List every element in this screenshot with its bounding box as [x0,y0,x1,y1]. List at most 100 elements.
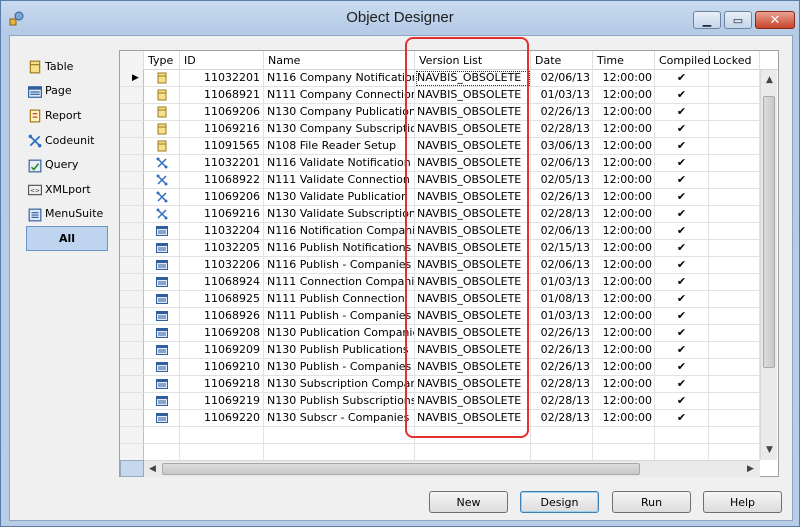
table-row[interactable]: 11069208 N130 Publication Companies NAVBIS… [120,325,760,342]
row-selector[interactable] [120,359,144,376]
table-row[interactable]: 11069206 N130 Company Publication NAVBIS_O… [120,104,760,121]
page-icon [156,293,168,305]
type-cell [144,393,180,410]
version-cell: NAVBIS_OBSOLETE [415,257,531,274]
table-row[interactable]: 11068926 N111 Publish - Companies NAVBIS_O… [120,308,760,325]
row-selector[interactable] [120,410,144,427]
title-bar[interactable]: Object Designer ▁ ▭ ✕ [1,1,799,35]
row-selector[interactable] [120,376,144,393]
locked-cell [709,206,760,223]
row-selector[interactable] [120,240,144,257]
vertical-scrollbar[interactable]: ▲ ▼ [760,70,777,460]
sidebar-item-report[interactable]: Report [22,103,122,128]
table-row[interactable]: 11069218N130 Subscription CompaniesNAVBI… [120,376,760,393]
compiled-cell: ✔ [655,376,709,393]
sidebar-item-query[interactable]: Query [22,152,122,177]
client-area: Table Page Report Codeunit Query <> XMLport Men… [9,35,793,521]
table-row[interactable]: 11069220 N130 Subscr - Companies NAVBIS_OB… [120,410,760,427]
type-cell [144,172,180,189]
run-button[interactable]: Run [612,491,691,513]
row-selector[interactable] [120,444,144,460]
date-cell: 02/06/13 [531,70,593,87]
row-selector[interactable] [120,121,144,138]
table-row[interactable]: 11068924 N111 Connection Companies NAVBIS_… [120,274,760,291]
scroll-down-icon[interactable]: ▼ [761,442,778,459]
id-cell: 11032201 [180,70,264,87]
locked-cell [709,274,760,291]
column-header-name[interactable]: Name [264,51,415,70]
table-row[interactable]: 11068921 N111 Company Connection NAVBIS_OB… [120,87,760,104]
table-row[interactable]: 11069209 N130 Publish Publications NAVBIS_… [120,342,760,359]
row-selector[interactable] [120,104,144,121]
table-row[interactable]: 11032204 N116 Notification Companies NAVBI… [120,223,760,240]
table-row[interactable]: 11069216 N130 Company Subscription NAVBIS_… [120,121,760,138]
row-selector[interactable] [120,189,144,206]
scroll-left-icon[interactable]: ◀ [144,461,161,478]
row-selector[interactable] [120,342,144,359]
minimize-button[interactable]: ▁ [693,11,721,29]
help-button[interactable]: Help [703,491,782,513]
row-selector[interactable] [120,87,144,104]
compiled-cell: ✔ [655,240,709,257]
column-header-type[interactable]: Type [144,51,180,70]
close-button[interactable]: ✕ [755,11,795,29]
table-row[interactable]: 11069219 N130 Publish Subscriptions NAVBIS… [120,393,760,410]
table-row[interactable]: 11091565 N108 File Reader Setup NAVBIS_OBS… [120,138,760,155]
scroll-up-icon[interactable]: ▲ [761,72,778,89]
sidebar-item-codeunit[interactable]: Codeunit [22,128,122,153]
table-row[interactable]: 11069210 N130 Publish - Companies NAVBIS_O… [120,359,760,376]
column-header-version-list[interactable]: Version List [415,51,531,70]
vertical-scroll-thumb[interactable] [763,96,775,368]
id-cell: 11069206 [180,104,264,121]
row-selector[interactable] [120,274,144,291]
design-button[interactable]: Design [520,491,599,513]
table-row[interactable]: 11069216 N130 Validate Subscription NAVBIS… [120,206,760,223]
row-selector[interactable] [120,427,144,444]
table-row[interactable]: ▶ 11032201 N116 Company Notification NAVBIS… [120,70,760,87]
horizontal-scroll-thumb[interactable] [162,463,640,475]
column-header-id[interactable]: ID [180,51,264,70]
type-cell [144,138,180,155]
row-selector[interactable] [120,291,144,308]
table-row[interactable] [120,444,760,460]
table-row[interactable]: 11032205 N116 Publish Notifications NAVBIS… [120,240,760,257]
table-row[interactable]: 11032201 N116 Validate Notification NAVBIS… [120,155,760,172]
time-cell: 12:00:00 [593,291,655,308]
table-row[interactable]: 11068922 N111 Validate Connection NAVBIS_O… [120,172,760,189]
maximize-button[interactable]: ▭ [724,11,752,29]
row-selector[interactable] [120,155,144,172]
sidebar-item-all[interactable]: All [26,226,108,251]
row-selector[interactable] [120,393,144,410]
column-header-date[interactable]: Date [531,51,593,70]
new-button[interactable]: New [429,491,508,513]
row-selector[interactable]: ▶ [120,70,144,87]
row-selector[interactable] [120,206,144,223]
sidebar-item-page[interactable]: Page [22,79,122,104]
sidebar-item-label: Report [45,108,82,122]
row-selector[interactable] [120,325,144,342]
row-selector[interactable] [120,172,144,189]
scroll-right-icon[interactable]: ▶ [742,461,759,478]
name-cell: N111 Publish Connection [264,291,415,308]
row-selector[interactable] [120,308,144,325]
table-row[interactable]: 11032206 N116 Publish - Companies NAVBIS_O… [120,257,760,274]
date-cell: 03/06/13 [531,138,593,155]
row-selector-corner [120,460,144,477]
row-selector[interactable] [120,257,144,274]
sidebar-item-table[interactable]: Table [22,54,122,79]
column-header-time[interactable]: Time [593,51,655,70]
table-row[interactable]: 11068925 N111 Publish Connection NAVBIS_OB… [120,291,760,308]
column-header-locked[interactable]: Locked [709,51,760,70]
horizontal-scrollbar[interactable]: ◀ ▶ [144,460,760,477]
table-row[interactable] [120,427,760,444]
column-header-compiled[interactable]: Compiled [655,51,711,70]
date-cell: 02/06/13 [531,223,593,240]
sidebar-item-xmlport[interactable]: <> XMLport [22,177,122,202]
sidebar-item-menusuite[interactable]: MenuSuite [22,202,122,227]
version-cell: NAVBIS_OBSOLETE [415,410,531,427]
header-corner [120,51,144,70]
row-selector[interactable] [120,138,144,155]
id-cell: 11069216 [180,206,264,223]
row-selector[interactable] [120,223,144,240]
table-row[interactable]: 11069206 N130 Validate Publication NAVBIS_… [120,189,760,206]
